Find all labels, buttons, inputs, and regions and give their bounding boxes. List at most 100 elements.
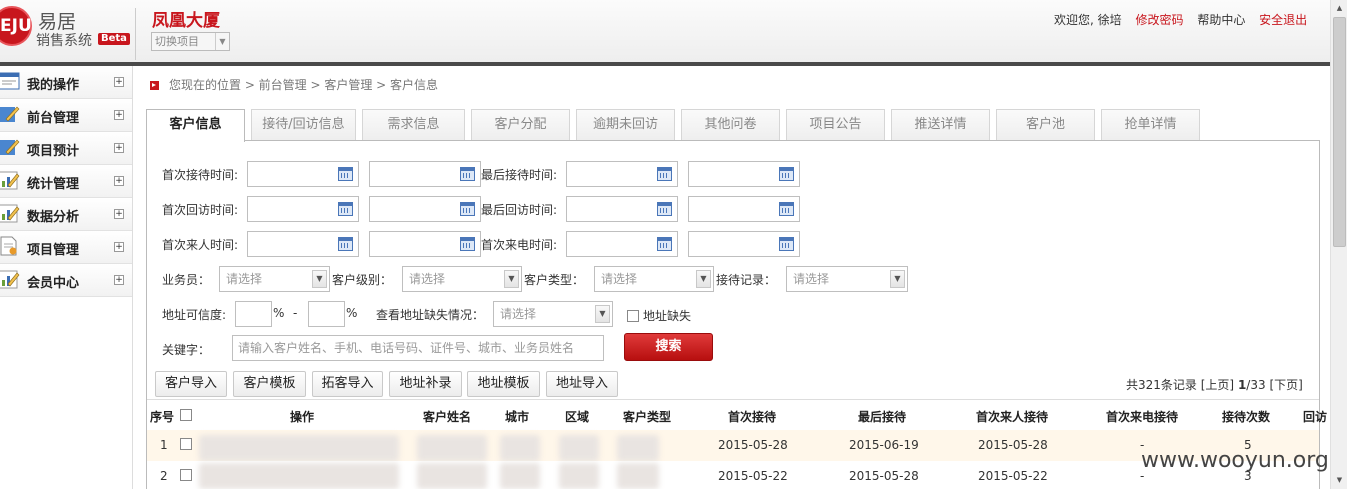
customer-import-button[interactable]: 客户导入 — [155, 371, 227, 397]
reception-record-select[interactable]: 请选择 ▼ — [786, 266, 908, 292]
calendar-icon[interactable] — [460, 167, 475, 181]
sidebar-item-project-management[interactable]: 项目管理 + — [0, 231, 132, 264]
address-import-button[interactable]: 地址导入 — [546, 371, 618, 397]
salesperson-select[interactable]: 请选择 ▼ — [219, 266, 330, 292]
addr-confidence-max[interactable] — [308, 301, 345, 327]
addr-confidence-min[interactable] — [235, 301, 272, 327]
search-button[interactable]: 搜索 — [624, 333, 713, 361]
logo-badge: EJU — [0, 6, 32, 46]
redacted-block — [199, 463, 399, 489]
next-page-link[interactable]: [下页] — [1269, 378, 1302, 392]
logout-link[interactable]: 安全退出 — [1259, 13, 1307, 27]
row-index: 2 — [160, 469, 168, 483]
redacted-block — [617, 435, 659, 461]
scroll-down-icon[interactable]: ▼ — [1331, 472, 1347, 489]
prospect-import-button[interactable]: 拓客导入 — [312, 371, 383, 397]
calendar-icon[interactable] — [779, 237, 794, 251]
row-checkbox[interactable] — [180, 438, 192, 450]
vertical-scrollbar[interactable]: ▲ ▼ — [1330, 0, 1347, 489]
col-first-call: 首次来电接待 — [1106, 410, 1179, 424]
tab-customer-pool[interactable]: 客户池 — [996, 109, 1095, 140]
tab-grab-details[interactable]: 抢单详情 — [1101, 109, 1200, 140]
calendar-icon[interactable] — [338, 167, 353, 181]
chevron-down-icon: ▼ — [890, 270, 905, 288]
expand-icon[interactable]: + — [114, 275, 124, 285]
keyword-label: 关键字： — [162, 343, 211, 357]
first-call-from[interactable] — [566, 231, 678, 257]
first-visit-from[interactable] — [247, 196, 359, 222]
last-visit-from[interactable] — [566, 196, 678, 222]
cell-first-arrival: 2015-05-28 — [978, 438, 1048, 452]
expand-icon[interactable]: + — [114, 242, 124, 252]
calendar-icon[interactable] — [657, 167, 672, 181]
address-template-button[interactable]: 地址模板 — [467, 371, 540, 397]
first-reception-from[interactable] — [247, 161, 359, 187]
sidebar-item-statistics[interactable]: 统计管理 + — [0, 165, 132, 198]
calendar-icon[interactable] — [779, 167, 794, 181]
sidebar-item-data-analysis[interactable]: 数据分析 + — [0, 198, 132, 231]
select-value: 请选择 — [793, 272, 830, 286]
first-arrival-to[interactable] — [369, 231, 481, 257]
select-all-checkbox[interactable] — [180, 409, 192, 421]
expand-icon[interactable]: + — [114, 143, 124, 153]
tab-project-notice[interactable]: 项目公告 — [786, 109, 885, 140]
calendar-icon[interactable] — [460, 237, 475, 251]
breadcrumb: 您现在的位置 > 前台管理 > 客户管理 > 客户信息 — [150, 76, 438, 93]
first-arrival-from[interactable] — [247, 231, 359, 257]
last-reception-to[interactable] — [688, 161, 800, 187]
sidebar-item-project-forecast[interactable]: 项目预计 + — [0, 132, 132, 165]
addr-missing-select[interactable]: 请选择 ▼ — [493, 301, 613, 327]
tab-demand-info[interactable]: 需求信息 — [362, 109, 465, 140]
customer-level-select[interactable]: 请选择 ▼ — [402, 266, 522, 292]
prev-page-link[interactable]: [上页] — [1201, 378, 1234, 392]
project-switch-select[interactable]: 切换项目 ▼ — [151, 32, 230, 51]
customer-type-select[interactable]: 请选择 ▼ — [594, 266, 714, 292]
calendar-icon[interactable] — [657, 237, 672, 251]
sidebar-item-member-center[interactable]: 会员中心 + — [0, 264, 132, 297]
first-reception-to[interactable] — [369, 161, 481, 187]
calendar-icon[interactable] — [460, 202, 475, 216]
document-icon — [0, 236, 17, 256]
col-district: 区域 — [565, 410, 590, 424]
calendar-icon[interactable] — [657, 202, 672, 216]
calendar-icon[interactable] — [779, 202, 794, 216]
cell-first-reception: 2015-05-22 — [718, 469, 788, 483]
expand-icon[interactable]: + — [114, 77, 124, 87]
watermark-text: www.wooyun.org — [1141, 448, 1329, 473]
last-visit-to[interactable] — [688, 196, 800, 222]
tab-customer-assign[interactable]: 客户分配 — [471, 109, 570, 140]
window-icon — [0, 72, 20, 90]
expand-icon[interactable]: + — [114, 209, 124, 219]
sidebar-item-my-operations[interactable]: 我的操作 + — [0, 66, 132, 99]
first-call-to[interactable] — [688, 231, 800, 257]
address-supplement-button[interactable]: 地址补录 — [389, 371, 462, 397]
addr-missing-checkbox[interactable] — [627, 310, 639, 322]
row-checkbox[interactable] — [180, 469, 192, 481]
chevron-down-icon: ▼ — [696, 270, 711, 288]
tab-other-survey[interactable]: 其他问卷 — [681, 109, 780, 140]
calendar-icon[interactable] — [338, 202, 353, 216]
chart-icon — [0, 270, 20, 289]
scroll-thumb[interactable] — [1333, 17, 1346, 247]
help-center-link[interactable]: 帮助中心 — [1197, 13, 1245, 27]
sidebar-item-front-desk[interactable]: 前台管理 + — [0, 99, 132, 132]
first-visit-to[interactable] — [369, 196, 481, 222]
last-reception-from[interactable] — [566, 161, 678, 187]
cell-first-reception: 2015-05-28 — [718, 438, 788, 452]
customer-template-button[interactable]: 客户模板 — [233, 371, 306, 397]
scroll-up-icon[interactable]: ▲ — [1331, 0, 1347, 17]
last-visit-label: 最后回访时间: — [481, 203, 558, 217]
col-index: 序号 — [150, 410, 175, 424]
tab-reception-visit[interactable]: 接待/回访信息 — [251, 109, 356, 140]
expand-icon[interactable]: + — [114, 110, 124, 120]
calendar-icon[interactable] — [338, 237, 353, 251]
select-value: 请选择 — [601, 272, 638, 286]
change-password-link[interactable]: 修改密码 — [1135, 13, 1183, 27]
keyword-input[interactable]: 请输入客户姓名、手机、电话号码、证件号、城市、业务员姓名 — [232, 335, 604, 361]
arrow-right-icon — [150, 81, 159, 90]
expand-icon[interactable]: + — [114, 176, 124, 186]
tab-overdue-visit[interactable]: 逾期未回访 — [576, 109, 675, 140]
tab-customer-info[interactable]: 客户信息 — [146, 109, 245, 142]
salesperson-label: 业务员： — [162, 273, 211, 287]
tab-push-details[interactable]: 推送详情 — [891, 109, 990, 140]
